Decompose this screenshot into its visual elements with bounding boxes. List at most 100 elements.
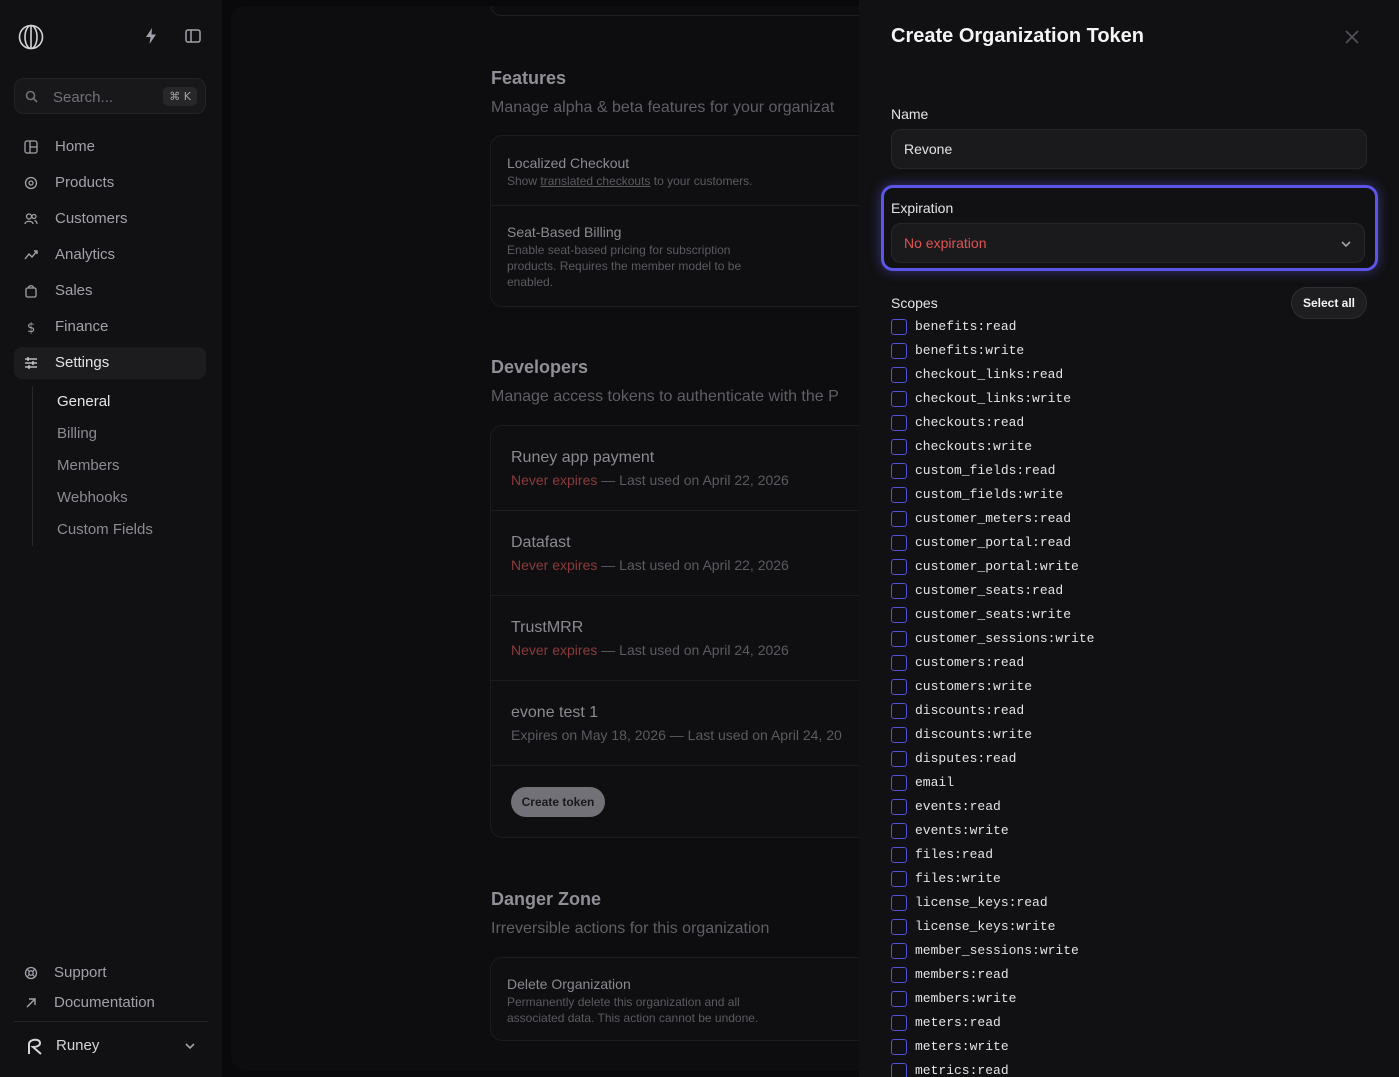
subnav-members[interactable]: Members: [57, 457, 120, 474]
scope-checkbox[interactable]: [891, 799, 907, 815]
nav-customers[interactable]: Customers: [14, 203, 206, 235]
scope-checkbox[interactable]: [891, 847, 907, 863]
scope-label: checkout_links:write: [915, 391, 1072, 406]
sidebar-toggle-icon[interactable]: [184, 27, 202, 45]
nav-sales-label: Sales: [55, 282, 93, 299]
scope-checkbox[interactable]: [891, 391, 907, 407]
scope-checkbox[interactable]: [891, 679, 907, 695]
scope-checkbox[interactable]: [891, 631, 907, 647]
scope-item[interactable]: customer_sessions:write: [891, 631, 1351, 655]
scope-item[interactable]: member_sessions:write: [891, 943, 1351, 967]
name-field[interactable]: [891, 129, 1367, 169]
scope-item[interactable]: metrics:read: [891, 1063, 1351, 1077]
translated-checkouts-link[interactable]: translated checkouts: [540, 174, 650, 188]
scope-checkbox[interactable]: [891, 439, 907, 455]
scope-checkbox[interactable]: [891, 1015, 907, 1031]
scope-checkbox[interactable]: [891, 535, 907, 551]
subnav-general[interactable]: General: [57, 393, 110, 410]
nav-home[interactable]: Home: [14, 131, 206, 163]
scope-item[interactable]: meters:read: [891, 1015, 1351, 1039]
scope-item[interactable]: members:write: [891, 991, 1351, 1015]
scope-checkbox[interactable]: [891, 967, 907, 983]
features-divider: [491, 205, 891, 206]
scope-checkbox[interactable]: [891, 655, 907, 671]
scope-checkbox[interactable]: [891, 511, 907, 527]
scope-label: customer_seats:write: [915, 607, 1072, 622]
nav-settings[interactable]: Settings: [14, 347, 206, 379]
scope-item[interactable]: benefits:write: [891, 343, 1351, 367]
scope-checkbox[interactable]: [891, 487, 907, 503]
scope-item[interactable]: checkout_links:write: [891, 391, 1351, 415]
scope-checkbox[interactable]: [891, 823, 907, 839]
scope-checkbox[interactable]: [891, 415, 907, 431]
scope-item[interactable]: license_keys:read: [891, 895, 1351, 919]
scope-item[interactable]: custom_fields:read: [891, 463, 1351, 487]
expiration-select[interactable]: No expiration: [891, 223, 1365, 263]
token-name: Runey app payment: [511, 449, 655, 466]
token-meta: Never expires — Last used on April 22, 2…: [511, 472, 789, 488]
scope-item[interactable]: disputes:read: [891, 751, 1351, 775]
scope-item[interactable]: checkouts:read: [891, 415, 1351, 439]
scope-checkbox[interactable]: [891, 943, 907, 959]
scope-checkbox[interactable]: [891, 775, 907, 791]
scope-checkbox[interactable]: [891, 583, 907, 599]
subnav-billing[interactable]: Billing: [57, 425, 97, 442]
scope-item[interactable]: custom_fields:write: [891, 487, 1351, 511]
create-token-button[interactable]: Create token: [511, 787, 605, 817]
scope-item[interactable]: customers:read: [891, 655, 1351, 679]
nav-sales[interactable]: Sales: [14, 275, 206, 307]
scope-item[interactable]: members:read: [891, 967, 1351, 991]
previous-card-edge: [491, 6, 871, 16]
scope-item[interactable]: benefits:read: [891, 319, 1351, 343]
features-card: Localized Checkout Show translated check…: [490, 135, 891, 307]
scope-checkbox[interactable]: [891, 751, 907, 767]
scope-item[interactable]: files:write: [891, 871, 1351, 895]
close-icon[interactable]: [1345, 30, 1359, 44]
scope-item[interactable]: discounts:write: [891, 727, 1351, 751]
scope-checkbox[interactable]: [891, 319, 907, 335]
user-menu[interactable]: Runey: [14, 1030, 208, 1062]
scope-checkbox[interactable]: [891, 895, 907, 911]
panel-title: Create Organization Token: [891, 25, 1145, 47]
nav-products[interactable]: Products: [14, 167, 206, 199]
scope-item[interactable]: checkout_links:read: [891, 367, 1351, 391]
scope-item[interactable]: files:read: [891, 847, 1351, 871]
bolt-icon[interactable]: [142, 27, 160, 45]
scope-item[interactable]: customer_seats:write: [891, 607, 1351, 631]
scope-label: customer_seats:read: [915, 583, 1064, 598]
scope-label: discounts:write: [915, 727, 1033, 742]
scope-checkbox[interactable]: [891, 703, 907, 719]
scope-checkbox[interactable]: [891, 367, 907, 383]
scope-item[interactable]: events:write: [891, 823, 1351, 847]
nav-analytics[interactable]: Analytics: [14, 239, 206, 271]
scope-checkbox[interactable]: [891, 343, 907, 359]
scope-checkbox[interactable]: [891, 991, 907, 1007]
search-input[interactable]: [53, 87, 163, 107]
nav-home-label: Home: [55, 138, 96, 155]
scope-item[interactable]: customer_meters:read: [891, 511, 1351, 535]
scope-item[interactable]: checkouts:write: [891, 439, 1351, 463]
search-box[interactable]: ⌘ K: [14, 78, 206, 114]
scope-item[interactable]: discounts:read: [891, 703, 1351, 727]
scope-item[interactable]: license_keys:write: [891, 919, 1351, 943]
subnav-webhooks[interactable]: Webhooks: [57, 489, 128, 506]
scope-item[interactable]: email: [891, 775, 1351, 799]
subnav-custom-fields[interactable]: Custom Fields: [57, 521, 153, 538]
polar-logo-icon[interactable]: [18, 24, 44, 50]
scope-item[interactable]: customer_portal:read: [891, 535, 1351, 559]
scope-item[interactable]: events:read: [891, 799, 1351, 823]
scope-checkbox[interactable]: [891, 919, 907, 935]
scope-checkbox[interactable]: [891, 727, 907, 743]
scope-checkbox[interactable]: [891, 559, 907, 575]
scope-checkbox[interactable]: [891, 463, 907, 479]
scope-checkbox[interactable]: [891, 607, 907, 623]
scope-item[interactable]: customer_portal:write: [891, 559, 1351, 583]
select-all-button[interactable]: Select all: [1291, 287, 1367, 319]
scope-checkbox[interactable]: [891, 871, 907, 887]
scope-item[interactable]: customers:write: [891, 679, 1351, 703]
scope-checkbox[interactable]: [891, 1039, 907, 1055]
scope-checkbox[interactable]: [891, 1063, 907, 1077]
nav-finance[interactable]: $ Finance: [14, 311, 206, 343]
scope-item[interactable]: meters:write: [891, 1039, 1351, 1063]
scope-item[interactable]: customer_seats:read: [891, 583, 1351, 607]
